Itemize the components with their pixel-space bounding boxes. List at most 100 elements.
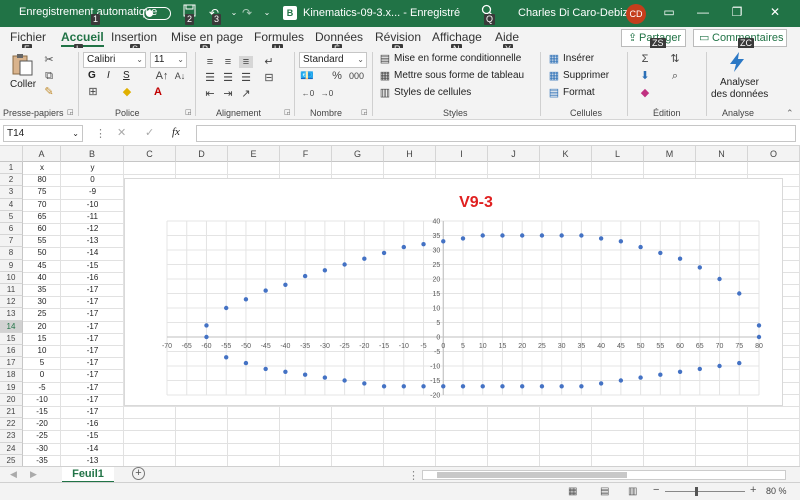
- zoom-in-button[interactable]: +: [750, 484, 756, 496]
- cancel-icon[interactable]: ✕: [117, 126, 126, 139]
- row-header[interactable]: 19: [0, 381, 23, 394]
- cell-a20[interactable]: -10: [23, 394, 61, 406]
- clear-icon[interactable]: ◆: [638, 87, 652, 99]
- minimize-button[interactable]: —: [693, 5, 713, 19]
- row-header[interactable]: 25: [0, 454, 23, 466]
- name-box[interactable]: T14 ⌄: [3, 125, 83, 142]
- cell-a14[interactable]: 20: [23, 321, 61, 333]
- format-as-table-button[interactable]: Mettre sous forme de tableau: [394, 70, 524, 81]
- percent-icon[interactable]: %: [330, 70, 344, 82]
- column-header-g[interactable]: G: [332, 146, 384, 162]
- analyze-data-button[interactable]: Analyser: [720, 77, 759, 88]
- cell-a10[interactable]: 40: [23, 272, 61, 284]
- align-top-icon[interactable]: ≡: [203, 56, 217, 68]
- underline-button[interactable]: S: [123, 70, 130, 81]
- analyze-data-icon[interactable]: [726, 51, 748, 73]
- row-header[interactable]: 4: [0, 198, 23, 211]
- tab-fichier[interactable]: Fichier: [10, 30, 46, 44]
- tab-revision[interactable]: Révision: [375, 30, 421, 44]
- cell-a13[interactable]: 25: [23, 308, 61, 320]
- row-header[interactable]: 3: [0, 186, 23, 199]
- row-header[interactable]: 23: [0, 430, 23, 443]
- dialog-launcher-icon[interactable]: ◲: [284, 108, 291, 116]
- sheet-tab-feuil1[interactable]: Feuil1: [62, 467, 114, 483]
- row-header[interactable]: 12: [0, 296, 23, 309]
- fill-icon[interactable]: ⬇: [638, 70, 652, 82]
- tabs-splitter-icon[interactable]: ⋮: [408, 469, 419, 482]
- conditional-format-button[interactable]: Mise en forme conditionnelle: [394, 53, 521, 64]
- cell-b1[interactable]: y: [61, 162, 124, 174]
- autosum-icon[interactable]: Σ: [638, 53, 652, 65]
- cell-b15[interactable]: -17: [61, 333, 124, 345]
- analyze-data-button-line2[interactable]: des données: [711, 89, 768, 100]
- page-break-icon[interactable]: ▥: [628, 486, 637, 497]
- zoom-out-button[interactable]: −: [653, 484, 659, 496]
- row-header[interactable]: 9: [0, 259, 23, 272]
- cell-a16[interactable]: 10: [23, 345, 61, 357]
- more-icon[interactable]: ⋮: [95, 127, 106, 140]
- enter-icon[interactable]: ✓: [145, 126, 154, 139]
- insert-function-button[interactable]: fx: [172, 126, 180, 138]
- cell-b19[interactable]: -17: [61, 382, 124, 394]
- copy-icon[interactable]: ⧉: [42, 70, 56, 82]
- cell-b23[interactable]: -15: [61, 430, 124, 442]
- tab-formules[interactable]: Formules: [254, 30, 304, 44]
- increase-decimal-icon[interactable]: ←0: [301, 88, 315, 100]
- cell-a6[interactable]: 60: [23, 223, 61, 235]
- scrollbar-thumb[interactable]: [437, 472, 627, 478]
- formula-input[interactable]: [196, 125, 796, 142]
- row-header[interactable]: 15: [0, 332, 23, 345]
- cell-a23[interactable]: -25: [23, 430, 61, 442]
- number-format-combo[interactable]: Standard ⌄: [299, 52, 367, 68]
- cell-a17[interactable]: 5: [23, 357, 61, 369]
- row-header[interactable]: 2: [0, 174, 23, 187]
- cell-b25[interactable]: -13: [61, 455, 124, 466]
- prev-sheet-icon[interactable]: ◀: [10, 469, 17, 480]
- currency-icon[interactable]: 💶: [300, 70, 314, 82]
- column-header-o[interactable]: O: [748, 146, 800, 162]
- column-header-f[interactable]: F: [280, 146, 332, 162]
- decrease-font-icon[interactable]: A↓: [173, 70, 187, 82]
- format-cells-button[interactable]: Format: [563, 87, 595, 98]
- font-name-combo[interactable]: Calibri ⌄: [83, 52, 146, 68]
- dialog-launcher-icon[interactable]: ◲: [67, 108, 74, 116]
- row-header[interactable]: 17: [0, 357, 23, 370]
- row-header[interactable]: 8: [0, 247, 23, 260]
- collapse-ribbon-icon[interactable]: ⌃: [786, 108, 794, 119]
- row-header[interactable]: 5: [0, 210, 23, 223]
- row-header[interactable]: 21: [0, 406, 23, 419]
- row-header[interactable]: 13: [0, 308, 23, 321]
- column-header-d[interactable]: D: [176, 146, 228, 162]
- cell-a4[interactable]: 70: [23, 199, 61, 211]
- cell-a19[interactable]: -5: [23, 382, 61, 394]
- tab-affichage[interactable]: Affichage: [432, 30, 482, 44]
- column-header-e[interactable]: E: [228, 146, 280, 162]
- font-size-combo[interactable]: 11 ⌄: [150, 52, 187, 68]
- cell-b10[interactable]: -16: [61, 272, 124, 284]
- cell-b17[interactable]: -17: [61, 357, 124, 369]
- cell-a3[interactable]: 75: [23, 186, 61, 198]
- cell-a18[interactable]: 0: [23, 369, 61, 381]
- cell-b13[interactable]: -17: [61, 308, 124, 320]
- increase-indent-icon[interactable]: ⇥: [221, 88, 235, 100]
- tab-aide[interactable]: Aide: [495, 30, 519, 44]
- column-header-j[interactable]: J: [488, 146, 540, 162]
- row-header[interactable]: 6: [0, 223, 23, 236]
- cell-b9[interactable]: -15: [61, 260, 124, 272]
- thousands-icon[interactable]: 000: [349, 70, 364, 82]
- column-header-h[interactable]: H: [384, 146, 436, 162]
- restore-button[interactable]: ❐: [727, 5, 747, 19]
- italic-button[interactable]: I: [107, 70, 110, 81]
- row-header[interactable]: 1: [0, 162, 23, 175]
- find-select-icon[interactable]: ⌕: [668, 70, 682, 82]
- align-middle-icon[interactable]: ≡: [221, 56, 235, 68]
- cell-b20[interactable]: -17: [61, 394, 124, 406]
- next-sheet-icon[interactable]: ▶: [30, 469, 37, 480]
- cell-b6[interactable]: -12: [61, 223, 124, 235]
- document-title[interactable]: Kinematics-09-3.x... - Enregistré: [303, 7, 460, 19]
- orientation-icon[interactable]: ↗: [239, 88, 253, 100]
- row-header[interactable]: 10: [0, 271, 23, 284]
- row-header[interactable]: 16: [0, 345, 23, 358]
- delete-cells-button[interactable]: Supprimer: [563, 70, 609, 81]
- merge-center-icon[interactable]: ⊟: [262, 72, 276, 84]
